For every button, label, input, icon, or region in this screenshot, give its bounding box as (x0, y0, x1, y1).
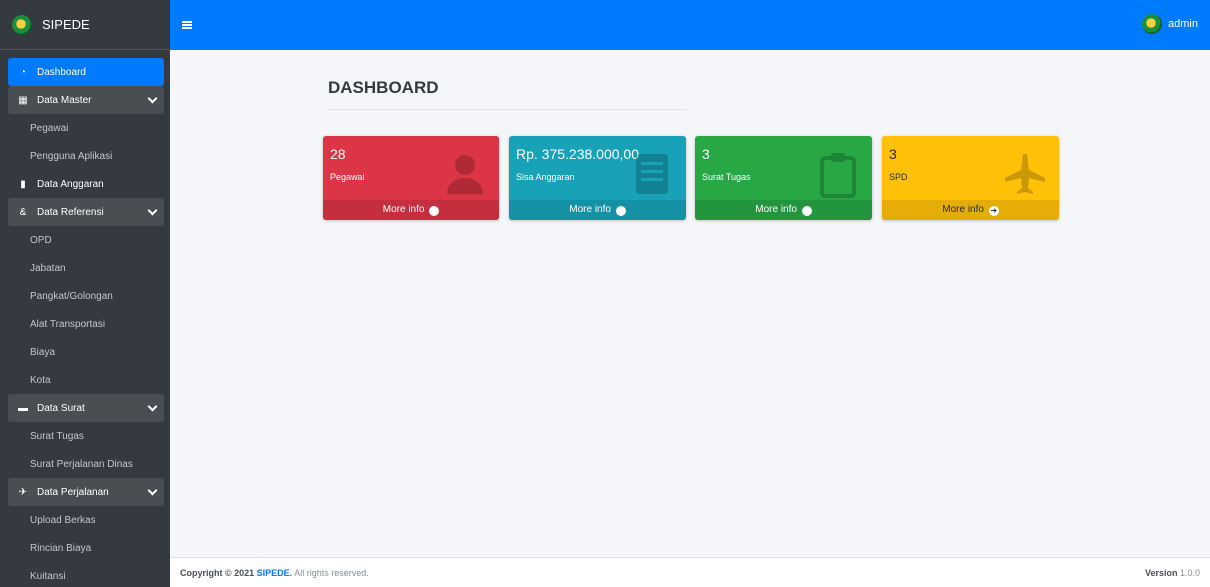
stat-label: Sisa Anggaran (516, 172, 575, 182)
chevron-down-icon (147, 401, 158, 412)
main-content: DASHBOARD 28 Pegawai More info ➜ Rp. 375… (170, 50, 1210, 557)
sidebar-item-label: Upload Berkas (30, 514, 96, 526)
plane-icon (1005, 154, 1045, 194)
sidebar-item-label: Surat Perjalanan Dinas (30, 458, 133, 470)
more-info-link[interactable]: More info ➜ (509, 200, 686, 220)
sidebar-item-label: Biaya (30, 346, 56, 358)
sidebar-item-jabatan[interactable]: Jabatan (8, 254, 164, 282)
sidebar-item-data-anggaran[interactable]: ▮ Data Anggaran (8, 170, 164, 198)
user-menu[interactable]: admin (1142, 14, 1198, 34)
top-navbar: admin (170, 0, 1210, 50)
page-title: DASHBOARD (328, 78, 439, 97)
sidebar-item-dashboard[interactable]: ◔ Dashboard (8, 58, 164, 86)
version: Version 1.0.0 (1145, 568, 1200, 578)
stat-value: 28 (330, 146, 346, 162)
arrow-circle-right-icon: ➜ (615, 206, 626, 216)
copyright-brand-link[interactable]: SIPEDE. (257, 568, 293, 578)
brand-name: SIPEDE (42, 17, 90, 32)
sidebar-item-label: Data Anggaran (37, 178, 104, 190)
title-divider (326, 109, 686, 110)
arrow-circle-right-icon: ➜ (988, 206, 999, 216)
sidebar-nav: ◔ Dashboard ▦ Data Master Pegawai Penggu… (0, 50, 170, 587)
version-label: Version (1144, 567, 1178, 578)
copyright-prefix: Copyright © 2021 (180, 567, 255, 578)
sidebar-item-data-surat[interactable]: ▬ Data Surat (8, 394, 164, 422)
book-icon (636, 154, 668, 194)
sidebar-item-label: Jabatan (30, 262, 66, 274)
page-footer: Copyright © 2021 SIPEDE. All rights rese… (170, 557, 1210, 587)
clipboard-icon (820, 153, 856, 198)
version-value: 1.0.0 (1179, 567, 1200, 578)
sidebar-item-label: Alat Transportasi (30, 318, 106, 330)
brand-logo-icon (12, 14, 32, 35)
stat-value: Rp. 375.238.000,00 (516, 146, 639, 162)
more-info-label: More info (942, 204, 984, 215)
arrow-circle-right-icon: ➜ (801, 206, 812, 216)
sidebar-item-surat-tugas[interactable]: Surat Tugas (8, 422, 164, 450)
plane-icon: ✈ (18, 486, 28, 498)
sidebar-item-label: Data Referensi (37, 206, 104, 218)
sidebar-item-label: Kota (30, 374, 51, 386)
user-name: admin (1168, 18, 1198, 30)
sidebar-item-label: Pegawai (30, 122, 69, 134)
copyright-rights: All rights reserved. (294, 567, 369, 578)
stat-box-sisa-anggaran: Rp. 375.238.000,00 Sisa Anggaran More in… (509, 136, 686, 220)
more-info-label: More info (382, 204, 425, 215)
stat-label: Surat Tugas (702, 172, 751, 182)
sidebar-item-label: Data Master (37, 94, 92, 106)
chevron-down-icon (147, 485, 158, 496)
sidebar-item-label: Data Surat (37, 402, 85, 414)
sidebar-item-pangkat[interactable]: Pangkat/Golongan (8, 282, 164, 310)
sidebar-item-label: Pangkat/Golongan (30, 290, 113, 302)
sidebar-item-alat-transportasi[interactable]: Alat Transportasi (8, 310, 164, 338)
menu-toggle-icon[interactable] (182, 21, 192, 29)
stat-box-surat-tugas: 3 Surat Tugas More info ➜ (695, 136, 872, 220)
stat-box-pegawai: 28 Pegawai More info ➜ (323, 136, 499, 220)
sidebar-item-label: Surat Tugas (30, 430, 84, 442)
more-info-label: More info (569, 204, 611, 215)
sidebar-item-biaya[interactable]: Biaya (8, 338, 164, 366)
chevron-down-icon (147, 205, 158, 216)
sidebar-item-label: Dashboard (37, 66, 86, 78)
stat-value: 3 (702, 146, 710, 162)
sidebar-item-data-perjalanan[interactable]: ✈ Data Perjalanan (8, 478, 164, 506)
sidebar-item-upload-berkas[interactable]: Upload Berkas (8, 506, 164, 534)
sidebar-item-label: OPD (30, 234, 52, 246)
sidebar-item-data-master[interactable]: ▦ Data Master (8, 86, 164, 114)
sidebar-item-kuitansi[interactable]: Kuitansi (8, 562, 164, 587)
book-icon: ▮ (20, 178, 26, 190)
more-info-link[interactable]: More info ➜ (323, 200, 499, 220)
stat-label: SPD (889, 172, 908, 182)
sidebar-item-pegawai[interactable]: Pegawai (8, 114, 164, 142)
envelope-icon: ▬ (18, 402, 28, 414)
ampersand-icon: & (19, 206, 27, 218)
sidebar-item-surat-perjalanan-dinas[interactable]: Surat Perjalanan Dinas (8, 450, 164, 478)
stat-label: Pegawai (330, 172, 365, 182)
brand-link[interactable]: SIPEDE (0, 0, 170, 50)
user-avatar-icon (1142, 14, 1163, 34)
sidebar-item-label: Kuitansi (30, 570, 66, 582)
sidebar: SIPEDE ◔ Dashboard ▦ Data Master Pegawai… (0, 0, 170, 587)
copyright: Copyright © 2021 SIPEDE. All rights rese… (180, 568, 369, 578)
sidebar-item-kota[interactable]: Kota (8, 366, 164, 394)
sidebar-item-opd[interactable]: OPD (8, 226, 164, 254)
sidebar-item-pengguna-aplikasi[interactable]: Pengguna Aplikasi (8, 142, 164, 170)
chevron-down-icon (147, 93, 158, 104)
more-info-link[interactable]: More info ➜ (882, 200, 1059, 220)
more-info-link[interactable]: More info ➜ (695, 200, 872, 220)
arrow-circle-right-icon: ➜ (429, 206, 440, 216)
more-info-label: More info (755, 204, 797, 215)
sidebar-item-label: Pengguna Aplikasi (30, 150, 113, 162)
dashboard-icon: ◔ (19, 66, 27, 78)
user-icon (447, 155, 483, 194)
sidebar-item-rincian-biaya[interactable]: Rincian Biaya (8, 534, 164, 562)
sidebar-item-label: Rincian Biaya (30, 542, 92, 554)
sidebar-item-label: Data Perjalanan (37, 486, 109, 498)
stat-value: 3 (889, 146, 897, 162)
stat-box-spd: 3 SPD More info ➜ (882, 136, 1059, 220)
table-icon: ▦ (18, 94, 28, 106)
sidebar-item-data-referensi[interactable]: & Data Referensi (8, 198, 164, 226)
